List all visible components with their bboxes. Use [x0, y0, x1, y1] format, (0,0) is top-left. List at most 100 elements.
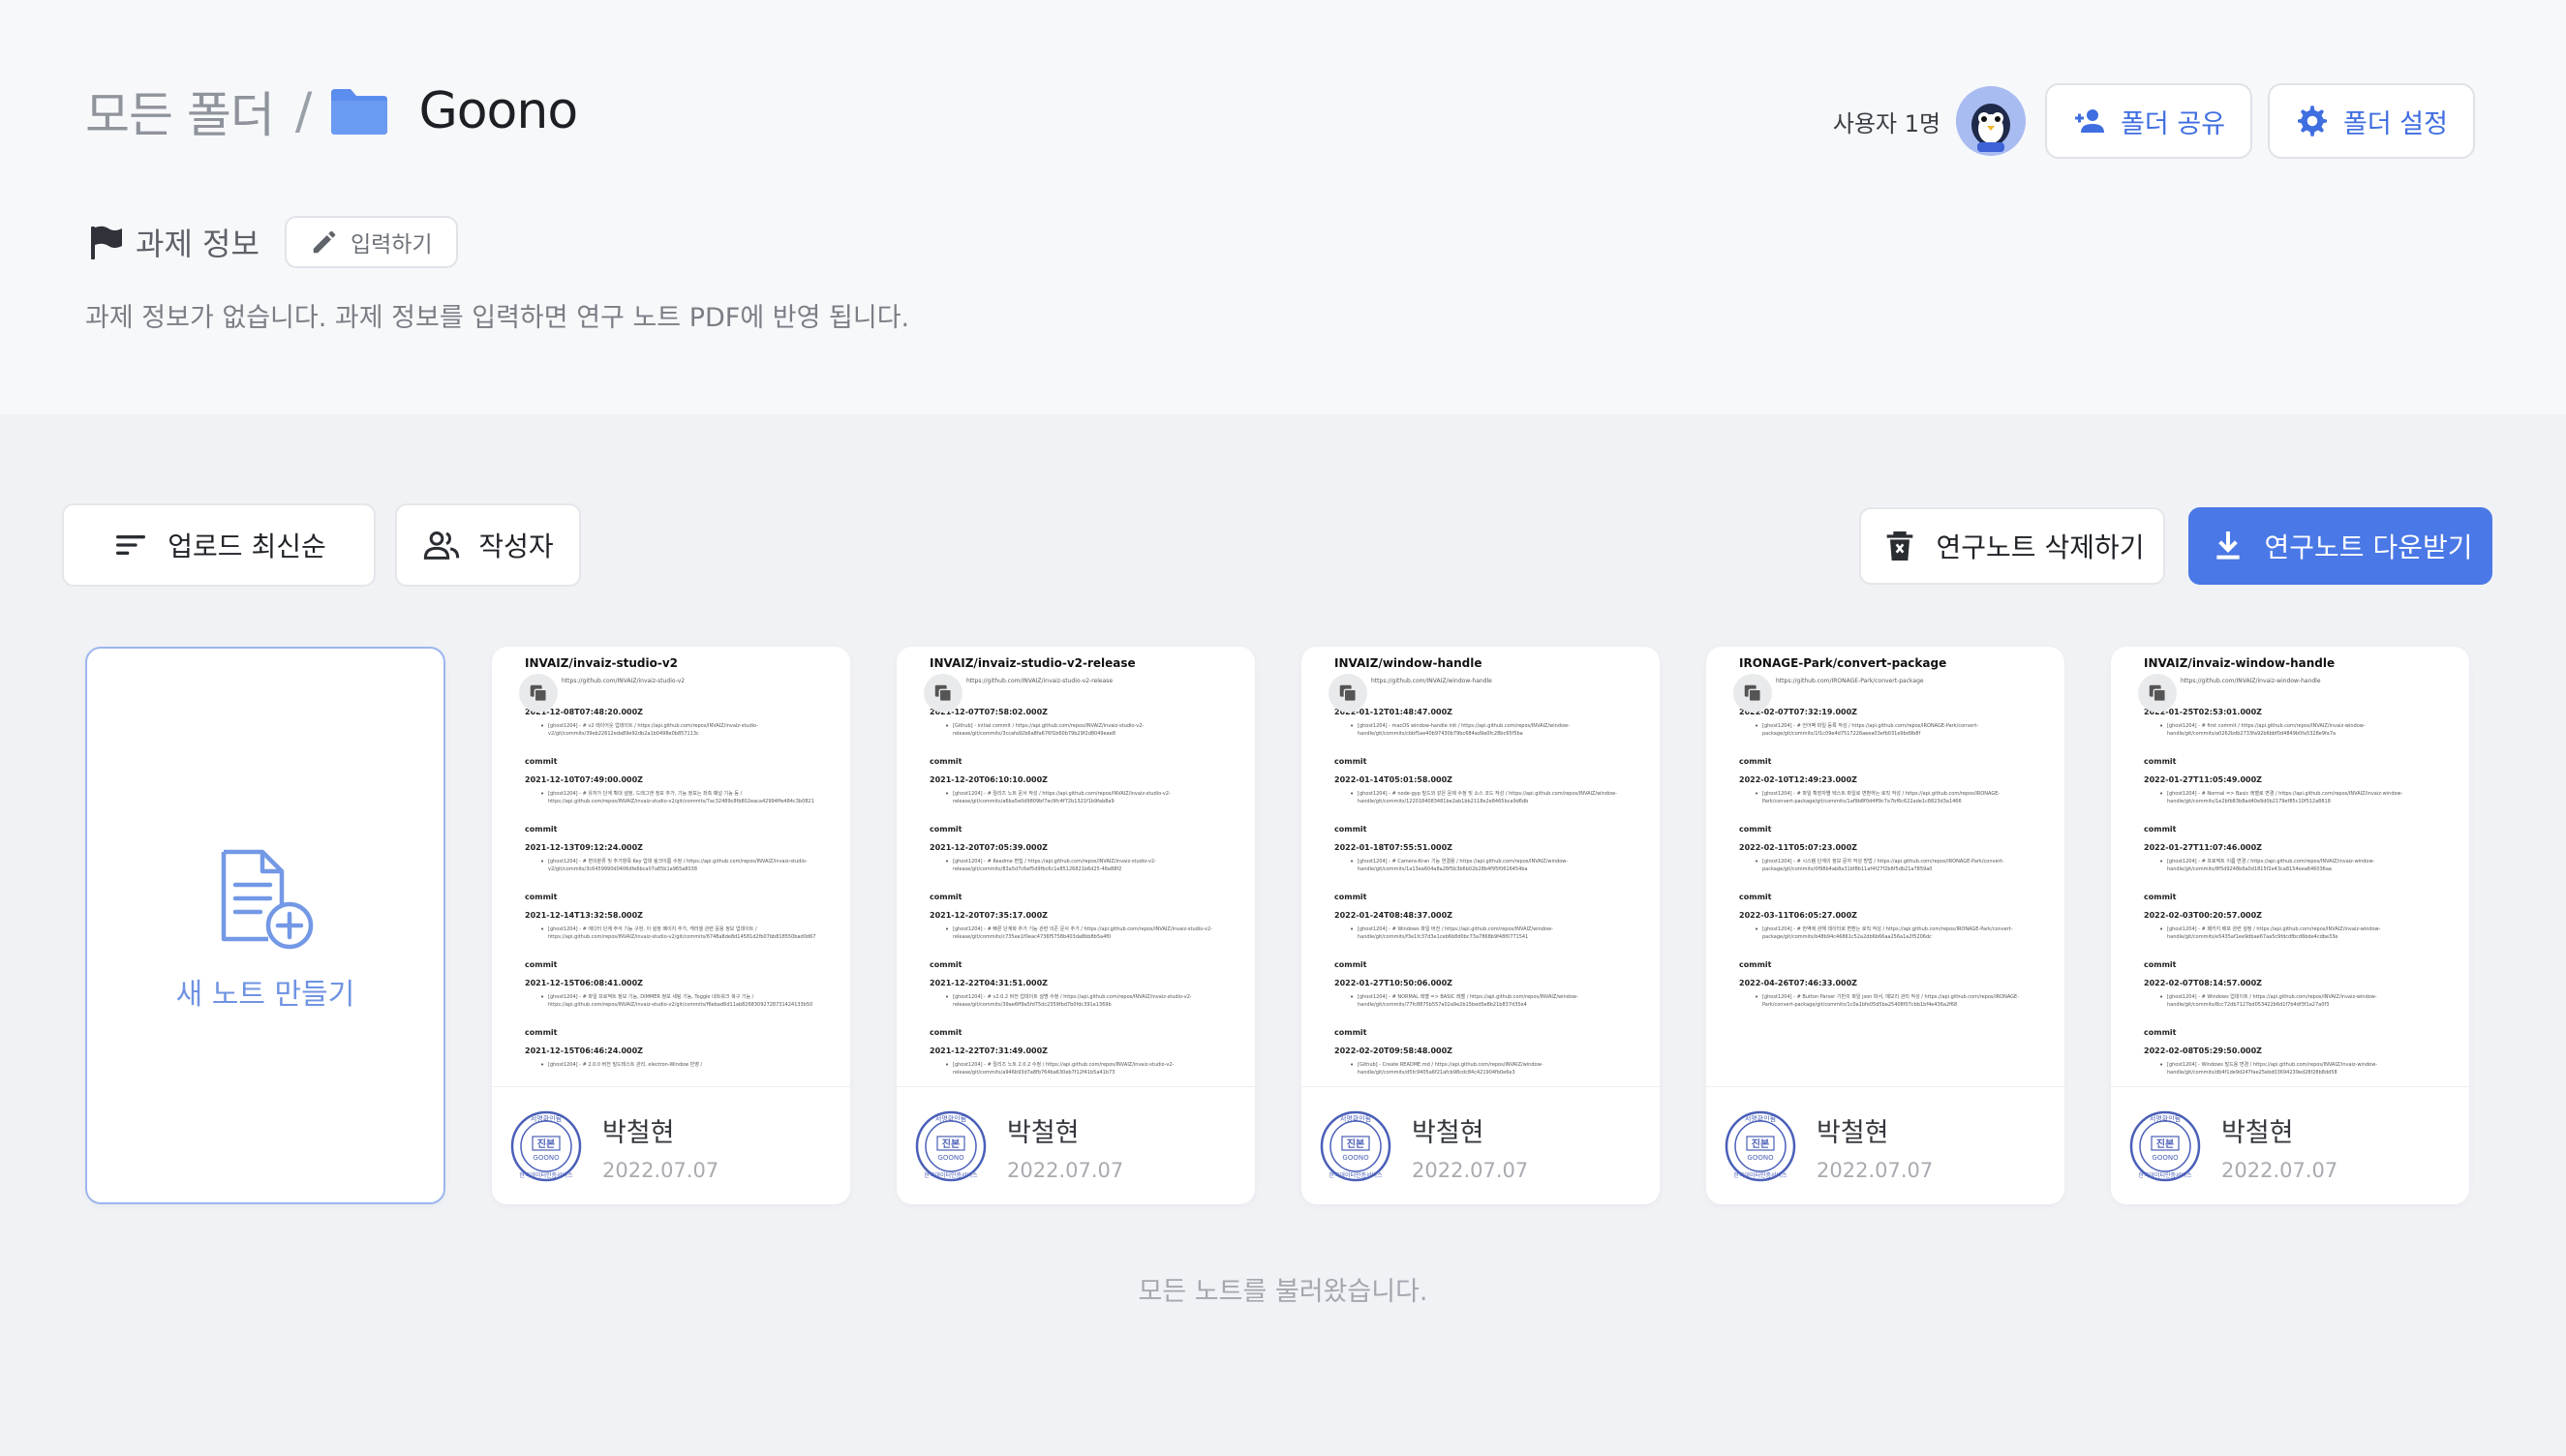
svg-text:한국데이터인증서비스: 한국데이터인증서비스 [1329, 1171, 1383, 1179]
delete-notes-button[interactable]: 연구노트 삭제하기 [1859, 507, 2165, 585]
pencil-icon [313, 230, 336, 254]
copy-icon[interactable] [1329, 674, 1367, 713]
commit-message: [ghost1204] - Windows 빌드용 변경 / https://a… [2159, 1061, 2436, 1084]
commit-message: [ghost1204] - # first commit / https://a… [2159, 722, 2436, 745]
certificate-stamp-icon: 서명확인됨 진본 GOONO 한국데이터인증서비스 [2129, 1110, 2201, 1182]
trash-icon [1886, 531, 1912, 561]
certificate-stamp-icon: 서명확인됨 진본 GOONO 한국데이터인증서비스 [915, 1110, 987, 1182]
author-filter-button[interactable]: 작성자 [395, 503, 581, 587]
note-date: 2022.07.07 [1817, 1158, 1934, 1182]
commit-label: commit [2144, 1028, 2177, 1037]
new-note-card[interactable]: 새 노트 만들기 [85, 647, 445, 1204]
commit-message: [ghost1204] - # 유저가 단계 확대 설정, 드래그앤 정보 추가… [540, 790, 817, 813]
commit-message: [ghost1204] - # 에디터 단계 주석 기능 구현, 이 설정 페이… [540, 925, 817, 949]
commit-date: 2022-02-10T12:49:23.000Z [1739, 775, 1857, 784]
author-filter-label: 작성자 [478, 531, 554, 562]
folder-icon [331, 89, 388, 135]
note-repo-title: INVAIZ/invaiz-window-handle [2144, 656, 2336, 670]
commit-label: commit [2144, 893, 2177, 901]
breadcrumb-all-folders[interactable]: 모든 폴더 [85, 76, 275, 146]
note-preview: INVAIZ/invaiz-studio-v2 https://github.c… [492, 647, 850, 1087]
commit-label: commit [1739, 757, 1772, 766]
svg-text:진본: 진본 [1752, 1138, 1769, 1150]
commit-date: 2021-12-15T06:08:41.000Z [525, 979, 643, 987]
note-card[interactable]: INVAIZ/invaiz-studio-v2 https://github.c… [492, 647, 850, 1204]
commit-message: [ghost1204] - # 번역에 관해 데이터로 변환는 로직 작성 / … [1755, 925, 2031, 949]
note-footer: 서명확인됨 진본 GOONO 한국데이터인증서비스 박철현 2022.07.07 [2111, 1088, 2469, 1204]
note-date: 2022.07.07 [2221, 1158, 2338, 1182]
svg-text:서명확인됨: 서명확인됨 [531, 1114, 562, 1123]
commit-date: 2022-01-27T11:07:46.000Z [2144, 843, 2262, 852]
copy-icon[interactable] [924, 674, 962, 713]
commit-message: [ghost1204] - # 빠른 단계화 추가 기능 관련 의존 문서 추가… [945, 925, 1222, 949]
commit-message: [ghost1204] - # Button Parser 기반의 파일 jso… [1755, 993, 2031, 1016]
commit-label: commit [930, 960, 962, 969]
note-repo-url: https://github.com/INVAIZ/invaiz-studio-… [966, 678, 1114, 684]
commit-date: 2021-12-15T06:46:24.000Z [525, 1046, 643, 1055]
copy-icon[interactable] [519, 674, 558, 713]
header-actions: 사용자 1명 폴더 공유 폴더 설정 [1833, 83, 2475, 159]
note-commit-list: 2022-01-12T01:48:47.000Z [ghost1204] - ma… [1334, 708, 1627, 1084]
note-meta: 박철현 2022.07.07 [2221, 1111, 2337, 1182]
note-preview: IRONAGE-Park/convert-package https://git… [1706, 647, 2064, 1087]
commit-date: 2021-12-10T07:49:00.000Z [525, 775, 643, 784]
commit-label: commit [1739, 960, 1772, 969]
task-info-title: 과제 정보 [136, 226, 260, 262]
commit-label: commit [1739, 893, 1772, 901]
breadcrumb-current-folder: Goono [418, 82, 578, 140]
copy-icon[interactable] [1733, 674, 1772, 713]
note-author: 박철현 [602, 1117, 675, 1148]
commit-message: [ghost1204] - # Windows 파일 버전 / https://… [1350, 925, 1627, 949]
note-footer: 서명확인됨 진본 GOONO 한국데이터인증서비스 박철현 2022.07.07 [492, 1088, 850, 1204]
download-notes-button[interactable]: 연구노트 다운받기 [2188, 507, 2492, 585]
commit-message: [ghost1204] - # Windows 업데이트 / https://a… [2159, 993, 2436, 1016]
note-preview: INVAIZ/invaiz-window-handle https://gith… [2111, 647, 2469, 1087]
copy-icon[interactable] [2138, 674, 2177, 713]
commit-date: 2021-12-13T09:12:24.000Z [525, 843, 643, 852]
download-notes-label: 연구노트 다운받기 [2264, 531, 2473, 563]
commit-message: [ghost1204] - # 파일 확장자별 텍스트 파일로 변환하는 로직 … [1755, 790, 2031, 813]
task-info-input-label: 입력하기 [350, 232, 433, 258]
task-info-row: 과제 정보 입력하기 [87, 215, 458, 269]
add-person-icon [2075, 109, 2105, 133]
commit-date: 2021-12-20T06:10:10.000Z [930, 775, 1048, 784]
svg-text:GOONO: GOONO [1747, 1154, 1774, 1162]
commit-date: 2022-02-07T07:32:19.000Z [1739, 708, 1857, 716]
svg-text:GOONO: GOONO [533, 1154, 560, 1162]
certificate-stamp-icon: 서명확인됨 진본 GOONO 한국데이터인증서비스 [1320, 1110, 1391, 1182]
note-card[interactable]: INVAIZ/window-handle https://github.com/… [1301, 647, 1660, 1204]
note-meta: 박철현 2022.07.07 [602, 1111, 718, 1182]
task-info-input-button[interactable]: 입력하기 [284, 216, 458, 268]
commit-message: [ghost1204] - # Camera-Kran 기능 연결용 / htt… [1350, 858, 1627, 881]
commit-label: commit [930, 893, 962, 901]
share-folder-button[interactable]: 폴더 공유 [2045, 83, 2253, 159]
note-card[interactable]: INVAIZ/invaiz-window-handle https://gith… [2111, 647, 2469, 1204]
note-card[interactable]: INVAIZ/invaiz-studio-v2-release https://… [897, 647, 1255, 1204]
commit-label: commit [525, 893, 558, 901]
commit-label: commit [1334, 757, 1367, 766]
folder-settings-label: 폴더 설정 [2343, 108, 2448, 139]
commit-label: commit [2144, 825, 2177, 834]
commit-label: commit [525, 825, 558, 834]
note-card[interactable]: IRONAGE-Park/convert-package https://git… [1706, 647, 2064, 1204]
commit-message: [ghost1204] - # 릴리즈 노트 문서 작성 / https://a… [945, 790, 1222, 813]
folder-settings-button[interactable]: 폴더 설정 [2268, 83, 2475, 159]
note-repo-title: INVAIZ/invaiz-studio-v2 [525, 656, 678, 670]
download-icon [2215, 531, 2240, 560]
avatar[interactable] [1956, 86, 2027, 156]
breadcrumb: 모든 폴더 / Goono [85, 76, 578, 147]
commit-date: 2022-01-27T11:05:49.000Z [2144, 775, 2262, 784]
commit-message: [ghost1204] - # 프로젝트 이름 변경 / https://api… [2159, 858, 2436, 881]
svg-text:한국데이터인증서비스: 한국데이터인증서비스 [924, 1171, 978, 1179]
note-preview: INVAIZ/invaiz-studio-v2-release https://… [897, 647, 1255, 1087]
people-icon [424, 531, 460, 560]
commit-message: [ghost1204] - # Readme 편집 / https://api.… [945, 858, 1222, 881]
commit-date: 2022-01-24T08:48:37.000Z [1334, 911, 1452, 920]
sort-button[interactable]: 업로드 최신순 [62, 503, 376, 587]
note-date: 2022.07.07 [602, 1158, 719, 1182]
commit-message: [ghost1204] - # v2 레이어웃 업데이트 / https://a… [540, 722, 817, 745]
note-date: 2022.07.07 [1007, 1158, 1124, 1182]
note-footer: 서명확인됨 진본 GOONO 한국데이터인증서비스 박철현 2022.07.07 [1706, 1088, 2064, 1204]
commit-date: 2022-01-14T05:01:58.000Z [1334, 775, 1452, 784]
svg-text:GOONO: GOONO [1342, 1154, 1369, 1162]
